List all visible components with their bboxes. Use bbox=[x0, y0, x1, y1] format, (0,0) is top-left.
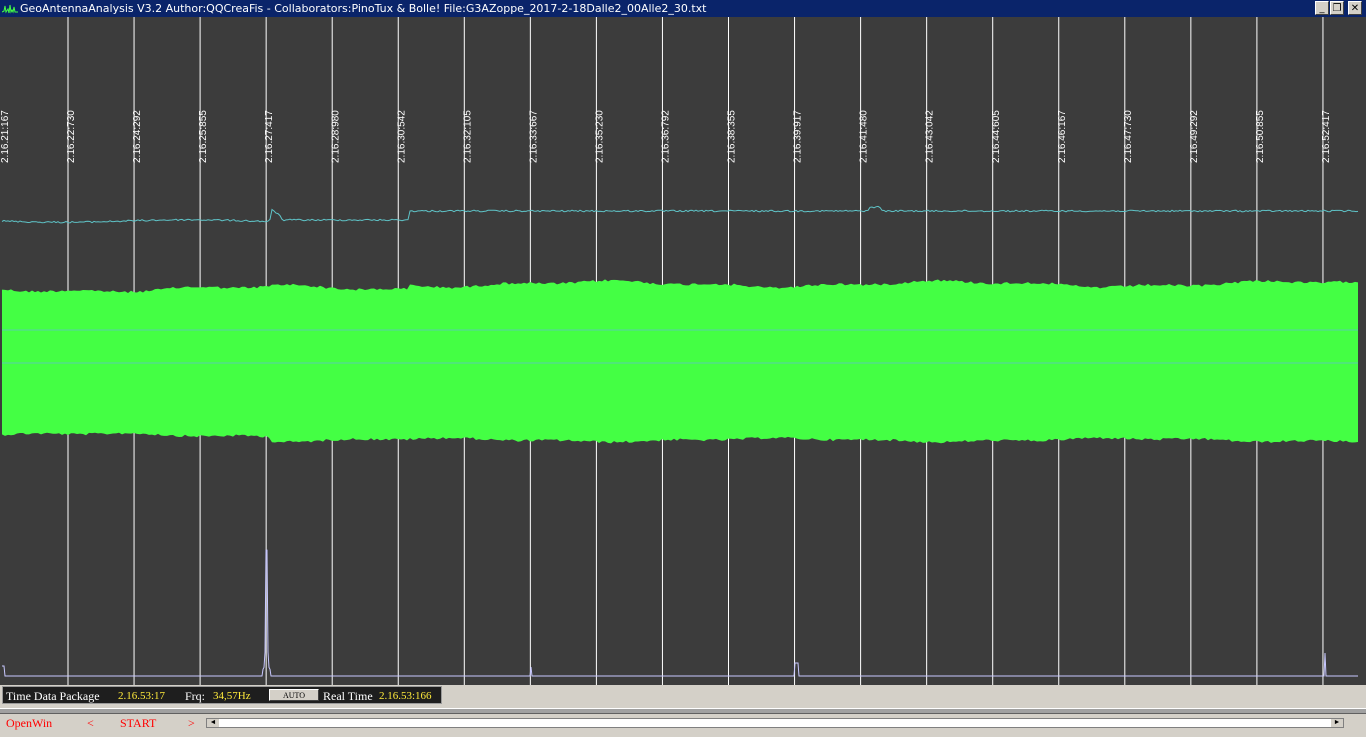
time-marker-label: 2.16.24:292 bbox=[132, 110, 143, 163]
openwin-button[interactable]: OpenWin bbox=[6, 716, 52, 731]
signal-traces bbox=[1, 205, 1359, 677]
next-button[interactable]: > bbox=[188, 716, 195, 731]
start-button[interactable]: START bbox=[120, 716, 156, 731]
time-marker-label: 2.16.47:730 bbox=[1123, 110, 1134, 163]
time-data-package-label: Time Data Package bbox=[6, 689, 100, 703]
scroll-right-arrow[interactable]: ► bbox=[1331, 719, 1343, 727]
time-marker-label: 2.16.43:042 bbox=[925, 110, 936, 163]
app-icon bbox=[2, 2, 18, 15]
time-marker-label: 2.16.41:480 bbox=[859, 110, 870, 163]
time-marker-label: 2.16.27:417 bbox=[264, 110, 275, 163]
status-panel: Time Data Package 2.16.53:17 Frq: 34,57H… bbox=[2, 686, 442, 704]
time-marker-label: 2.16.22:730 bbox=[66, 110, 77, 163]
upper-trace bbox=[1, 205, 1359, 224]
time-marker-label: 2.16.25:855 bbox=[198, 110, 209, 163]
real-time-label: Real Time bbox=[323, 689, 373, 703]
signal-plot-area[interactable]: 2.16.21:167 2.16.22:730 2.16.24:292 2.16.25… bbox=[0, 17, 1366, 685]
previous-button[interactable]: < bbox=[87, 716, 94, 731]
signal-chart: 2.16.21:167 2.16.22:730 2.16.24:292 2.16.25… bbox=[0, 17, 1359, 685]
scroll-left-arrow[interactable]: ◄ bbox=[207, 719, 219, 727]
time-marker-label: 2.16.52:417 bbox=[1321, 110, 1332, 163]
auto-button[interactable]: AUTO bbox=[269, 689, 319, 701]
time-marker-label: 2.16.36:792 bbox=[661, 110, 672, 163]
signal-band bbox=[2, 279, 1358, 444]
time-marker-label: 2.16.38:355 bbox=[727, 110, 738, 163]
time-data-package-value: 2.16.53:17 bbox=[118, 690, 166, 702]
window-title: GeoAntennaAnalysis V3.2 Author:QQCreaFis… bbox=[20, 2, 707, 15]
time-marker-label: 2.16.32:105 bbox=[462, 110, 473, 163]
close-button[interactable]: ✕ bbox=[1348, 1, 1362, 15]
title-bar[interactable]: GeoAntennaAnalysis V3.2 Author:QQCreaFis… bbox=[0, 0, 1366, 17]
time-marker-labels: 2.16.21:167 2.16.22:730 2.16.24:292 2.16.25… bbox=[0, 110, 1332, 163]
minimize-button[interactable]: _ bbox=[1315, 1, 1329, 15]
time-marker-label: 2.16.35:230 bbox=[594, 110, 605, 163]
navigation-bar: OpenWin < START > ◄ ► bbox=[0, 714, 1366, 737]
lower-spike-trace bbox=[2, 549, 1358, 677]
horizontal-scrollbar[interactable]: ◄ ► bbox=[206, 718, 1344, 728]
time-marker-label: 2.16.46:167 bbox=[1057, 110, 1068, 163]
time-marker-label: 2.16.39:917 bbox=[793, 110, 804, 163]
time-marker-label: 2.16.50:855 bbox=[1255, 110, 1266, 163]
signal-envelope bbox=[2, 279, 1358, 444]
time-marker-label: 2.16.44:605 bbox=[991, 110, 1002, 163]
frequency-label: Frq: bbox=[185, 689, 206, 703]
frequency-value: 34,57Hz bbox=[213, 690, 251, 702]
time-marker-label: 2.16.28:980 bbox=[330, 110, 341, 163]
time-marker-label: 2.16.21:167 bbox=[0, 110, 11, 163]
real-time-value: 2.16.53:166 bbox=[379, 690, 432, 702]
time-marker-label: 2.16.49:292 bbox=[1189, 110, 1200, 163]
restore-button[interactable]: ❐ bbox=[1330, 1, 1344, 15]
time-marker-label: 2.16.30:542 bbox=[396, 110, 407, 163]
time-marker-label: 2.16.33:667 bbox=[528, 110, 539, 163]
